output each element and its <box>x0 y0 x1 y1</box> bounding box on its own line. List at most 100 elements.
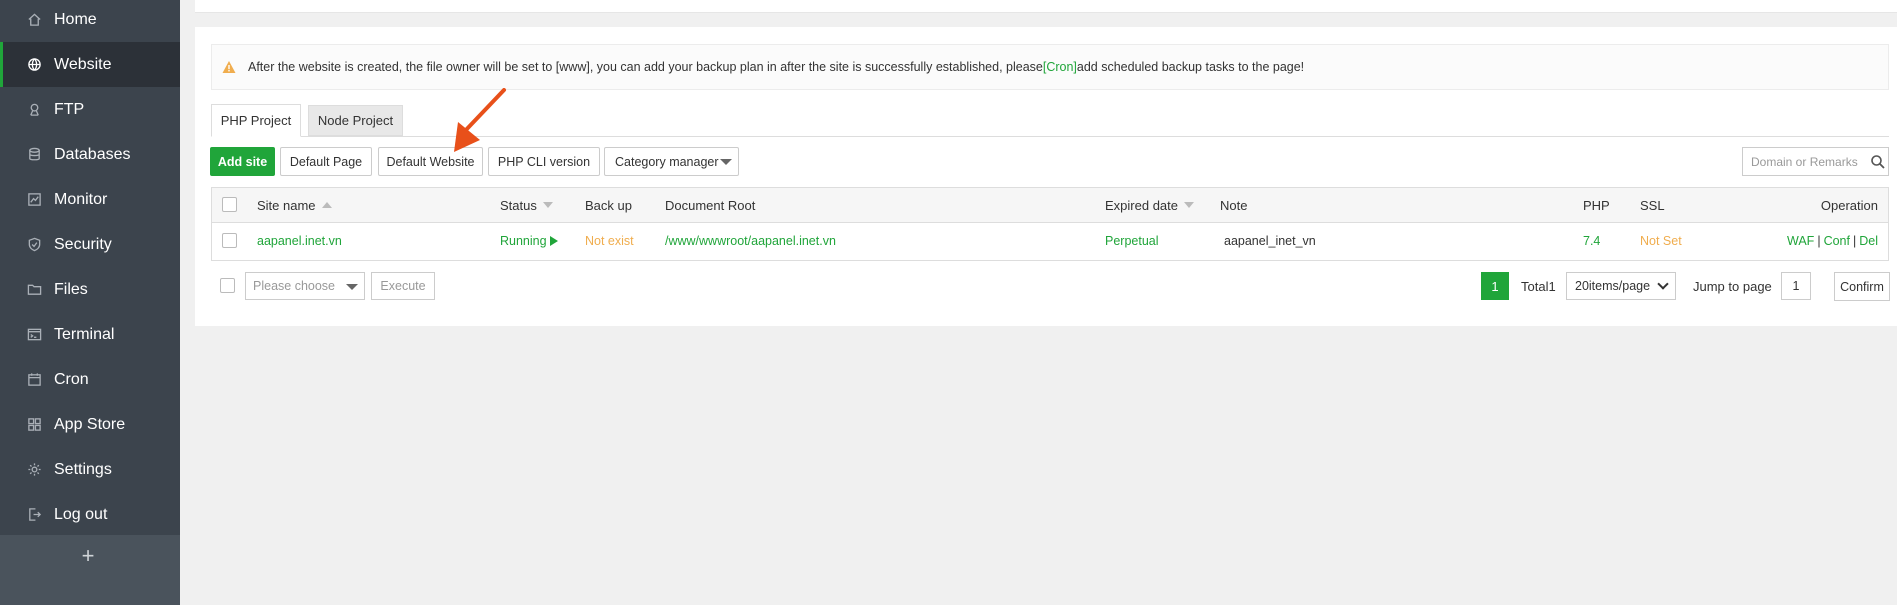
sidebar-item-label: Cron <box>54 370 89 388</box>
items-per-page-select[interactable]: 20items/page <box>1566 272 1676 300</box>
conf-link[interactable]: Conf <box>1824 234 1850 248</box>
header-status[interactable]: Status <box>500 198 553 213</box>
backup-link[interactable]: Not exist <box>585 234 634 248</box>
sidebar-item-label: FTP <box>54 100 85 118</box>
sidebar-item-label: Databases <box>54 145 131 163</box>
status-toggle[interactable]: Running <box>500 234 558 248</box>
bulk-action-placeholder: Please choose <box>253 279 336 293</box>
sidebar-item-log-out[interactable]: Log out <box>0 492 180 537</box>
ssl-link[interactable]: Not Set <box>1640 234 1682 248</box>
header-expired-date[interactable]: Expired date <box>1105 198 1194 213</box>
note-field[interactable]: aapanel_inet_vn <box>1224 234 1316 248</box>
sidebar-item-security[interactable]: Security <box>0 222 180 267</box>
category-manager-label: Category manager <box>615 154 719 169</box>
header-note: Note <box>1220 198 1248 213</box>
sidebar-item-app-store[interactable]: App Store <box>0 402 180 447</box>
header-backup: Back up <box>585 198 632 213</box>
header-document-root: Document Root <box>665 198 756 213</box>
select-all-checkbox[interactable] <box>222 197 237 212</box>
gear-icon <box>26 462 42 478</box>
sidebar: Home Website FTP Databases Monitor Secur… <box>0 0 180 605</box>
header-site-name-label: Site name <box>257 198 316 213</box>
sidebar-item-databases[interactable]: Databases <box>0 132 180 177</box>
caret-down-icon <box>720 159 732 165</box>
jump-to-page-label: Jump to page <box>1693 279 1772 294</box>
sidebar-item-label: Log out <box>54 505 108 523</box>
site-name-link[interactable]: aapanel.inet.vn <box>257 234 342 248</box>
notice-cron-link[interactable]: [Cron] <box>1043 60 1077 74</box>
sort-up-icon <box>321 202 332 208</box>
sidebar-nav: Home Website FTP Databases Monitor Secur… <box>0 0 180 535</box>
sidebar-add-button[interactable]: + <box>78 540 98 572</box>
separator: | <box>1817 234 1821 248</box>
waf-link[interactable]: WAF <box>1787 234 1814 248</box>
sidebar-item-label: Terminal <box>54 325 115 343</box>
notice-text-after: add scheduled backup tasks to the page! <box>1076 60 1305 74</box>
table-header: Site name Status Back up Document Root E… <box>212 188 1888 223</box>
search-input[interactable] <box>1751 154 1866 169</box>
jump-to-page-input[interactable]: 1 <box>1781 272 1811 300</box>
sidebar-item-label: Website <box>54 55 112 73</box>
sidebar-item-label: Files <box>54 280 88 298</box>
grid-icon <box>26 417 42 433</box>
header-expired-label: Expired date <box>1105 198 1178 213</box>
header-ssl: SSL <box>1640 198 1665 213</box>
sidebar-item-ftp[interactable]: FTP <box>0 87 180 132</box>
tab-node-project[interactable]: Node Project <box>308 105 403 136</box>
sidebar-item-cron[interactable]: Cron <box>0 357 180 402</box>
header-site-name[interactable]: Site name <box>257 198 332 213</box>
notice-banner: After the website is created, the file o… <box>211 44 1889 90</box>
execute-button[interactable]: Execute <box>371 272 435 300</box>
header-status-label: Status <box>500 198 537 213</box>
sidebar-item-settings[interactable]: Settings <box>0 447 180 492</box>
expired-date-link[interactable]: Perpetual <box>1105 234 1159 248</box>
monitor-icon <box>26 192 42 208</box>
add-site-button[interactable]: Add site <box>210 147 275 176</box>
php-version-link[interactable]: 7.4 <box>1583 234 1600 248</box>
document-root-link[interactable]: /www/wwwroot/aapanel.inet.vn <box>665 234 836 248</box>
bulk-select-checkbox[interactable] <box>220 278 235 293</box>
items-per-page-value: 20items/page <box>1575 279 1651 293</box>
warning-icon <box>222 61 236 73</box>
search-icon[interactable] <box>1870 154 1886 170</box>
notice-text: After the website is created, the file o… <box>248 60 1043 74</box>
ftp-icon <box>26 102 42 118</box>
header-operation: Operation <box>1820 198 1878 213</box>
confirm-button[interactable]: Confirm <box>1834 272 1890 301</box>
header-php: PHP <box>1583 198 1610 213</box>
category-manager-select[interactable]: Category manager <box>604 147 739 176</box>
sidebar-item-label: Security <box>54 235 112 253</box>
page-1-button[interactable]: 1 <box>1481 272 1509 300</box>
row-checkbox[interactable] <box>222 233 237 248</box>
sidebar-item-home[interactable]: Home <box>0 0 180 42</box>
operation-links: WAF | Conf | Del <box>1787 234 1878 248</box>
sidebar-item-label: App Store <box>54 415 126 433</box>
shield-icon <box>26 237 42 253</box>
caret-down-icon <box>346 284 358 290</box>
sidebar-item-label: Monitor <box>54 190 108 208</box>
sidebar-item-label: Home <box>54 10 97 28</box>
sidebar-item-monitor[interactable]: Monitor <box>0 177 180 222</box>
del-link[interactable]: Del <box>1859 234 1878 248</box>
separator: | <box>1852 234 1857 248</box>
folder-icon <box>26 282 42 298</box>
annotation-arrow-icon <box>454 88 506 152</box>
sidebar-item-label: Settings <box>54 460 112 478</box>
globe-icon <box>26 57 42 73</box>
sidebar-item-files[interactable]: Files <box>0 267 180 312</box>
bulk-action-select[interactable]: Please choose <box>245 272 365 300</box>
database-icon <box>26 147 42 163</box>
home-icon <box>26 12 42 28</box>
terminal-icon <box>26 327 42 343</box>
total-count: Total1 <box>1521 279 1556 294</box>
sort-down-icon <box>542 202 553 208</box>
sidebar-item-terminal[interactable]: Terminal <box>0 312 180 357</box>
default-page-button[interactable]: Default Page <box>280 147 372 176</box>
cron-icon <box>26 372 42 388</box>
tab-php-project[interactable]: PHP Project <box>211 104 301 137</box>
play-icon <box>549 236 558 246</box>
sort-down-icon <box>1184 202 1194 208</box>
status-text: Running <box>500 234 547 248</box>
sidebar-item-website[interactable]: Website <box>0 42 180 87</box>
top-panel <box>195 0 1897 13</box>
